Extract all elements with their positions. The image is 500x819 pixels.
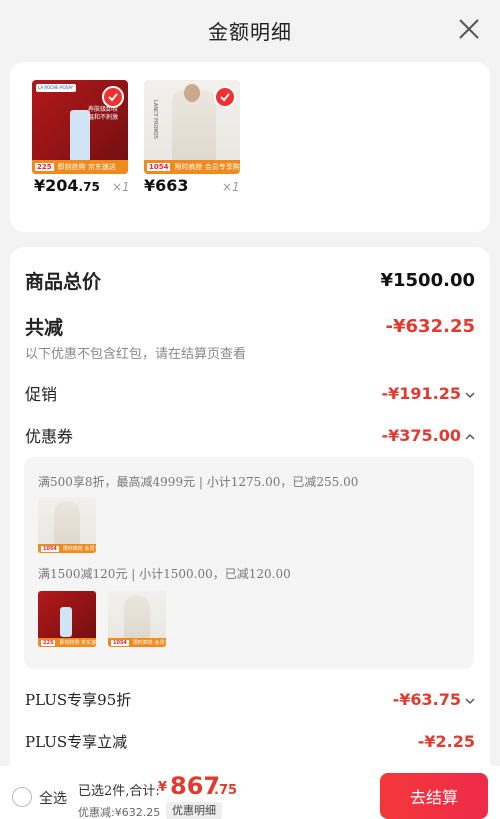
check-icon[interactable] [102,86,124,108]
promo-tag-number: 225 [35,163,54,171]
coupon-product-thumb: 1054限时疯抢 会员专享购 [108,591,166,647]
promo-tag: 1054限时疯抢 会员专享购 [38,544,96,553]
promo-row[interactable]: 促销 -¥191.25 [25,381,475,405]
bottle-shape [60,607,72,637]
product-qty: ×1 [222,180,240,194]
promo-tag-number: 1054 [111,639,129,646]
price-integer: ¥663 [144,176,189,195]
coupon-row[interactable]: 优惠券 -¥375.00 [25,423,475,447]
checkout-bar: 全选 已选2件,合计: ¥ 867 .75 优惠减:¥632.25 优惠明细 去… [0,766,500,819]
plus95-label: PLUS专享95折 [25,691,132,709]
discount-detail-button[interactable]: 优惠明细 [166,802,222,819]
product-qty: ×1 [112,180,130,194]
product-price: ¥204.75 [34,176,100,195]
promo-tag-text: 限时疯抢 会员专享购 [174,163,240,171]
coat-shape [54,501,80,547]
promo-tag-number: 1054 [41,545,59,552]
page-title: 金额明细 [208,19,292,44]
promo-value: -¥191.25 [381,383,461,403]
brand-logo: LANCY FROM25 [152,100,158,140]
plusdirect-value: -¥2.25 [417,732,475,751]
plus95-value: -¥63.75 [392,690,461,709]
plus95-row[interactable]: PLUS专享95折 -¥63.75 [25,689,475,710]
coupon-value: -¥375.00 [381,425,461,445]
plusdirect-row: PLUS专享立减 -¥2.25 [25,731,475,752]
promo-label: 促销 [25,385,58,404]
chevron-up-icon[interactable] [465,431,475,444]
promo-tag: 1054限时疯抢 会员专享购 [108,638,166,647]
coupon-value-wrap: -¥375.00 [381,426,475,445]
product-item[interactable]: LA ROCHE-POSAY 养肤级卸妆 温和不刺激 225 即刻抢购 京东速达 [32,80,128,174]
select-all-label[interactable]: 全选 [39,788,67,808]
promo-tag: 225 即刻抢购 京东速达 [32,160,128,174]
discount-total: 优惠减:¥632.25 [78,806,161,819]
promo-tag-text: 限时疯抢 会员专享购 [132,640,166,646]
total-amount-integer: 867 [170,772,221,800]
total-label: 商品总价 [25,271,102,293]
reduce-value: -¥632.25 [385,316,475,337]
promo-value-wrap: -¥191.25 [381,384,475,403]
plusdirect-label: PLUS专享立减 [25,733,128,751]
selected-products-card: LA ROCHE-POSAY 养肤级卸妆 温和不刺激 225 即刻抢购 京东速达… [10,62,490,232]
price-integer: ¥204 [34,176,79,195]
promo-tag-number: 225 [41,639,56,646]
coupon-rule-2: 满1500减120元 | 小计1500.00，已减120.00 [38,567,291,581]
check-icon[interactable] [214,86,236,108]
reduce-label: 共减 [25,317,64,339]
product-price: ¥663 [144,176,189,195]
promo-tag-text: 限时疯抢 会员专享购 [62,546,96,552]
coupon-detail-box: 满500享8折，最高减4999元 | 小计1275.00，已减255.00 10… [24,457,474,669]
total-row: 商品总价 ¥1500.00 [25,267,475,294]
discount-note: 以下优惠不包含红包，请在结算页查看 [25,347,247,362]
promo-tag-text: 即刻抢购 京东速达 [59,640,96,646]
model-head-shape [184,84,200,102]
chevron-down-icon[interactable] [465,695,475,708]
coupon-product-thumb: 225即刻抢购 京东速达 [38,591,96,647]
product-image: LANCY FROM25 1054 限时疯抢 会员专享购 [144,80,240,174]
checkout-button[interactable]: 去结算 [380,773,488,819]
coupon-rule-1: 满500享8折，最高减4999元 | 小计1275.00，已减255.00 [38,475,359,489]
plus95-value-wrap: -¥63.75 [393,690,475,709]
close-icon[interactable] [456,16,482,42]
coat-shape [124,595,150,641]
selected-summary: 已选2件,合计: [78,784,160,799]
promo-tag-text: 即刻抢购 京东速达 [57,163,116,171]
reduce-row: 共减 -¥632.25 [25,313,475,340]
promo-tag: 1054 限时疯抢 会员专享购 [144,160,240,174]
coupon-label: 优惠券 [25,427,74,446]
total-amount-decimal: .75 [214,783,238,798]
product-image-text: 养肤级卸妆 温和不刺激 [88,106,119,121]
coupon-product-thumb: 1054限时疯抢 会员专享购 [38,497,96,553]
promo-tag: 225即刻抢购 京东速达 [38,638,96,647]
radio-unchecked-icon[interactable] [12,787,32,807]
bottle-shape [70,110,90,162]
promo-tag-number: 1054 [147,163,171,171]
product-image: LA ROCHE-POSAY 养肤级卸妆 温和不刺激 225 即刻抢购 京东速达 [32,80,128,174]
price-details-card: 商品总价 ¥1500.00 共减 -¥632.25 以下优惠不包含红包，请在结算… [10,247,490,819]
price-decimal: .75 [78,180,100,194]
product-item[interactable]: LANCY FROM25 1054 限时疯抢 会员专享购 [144,80,240,174]
total-value: ¥1500.00 [380,270,475,291]
brand-logo: LA ROCHE-POSAY [36,84,76,92]
chevron-down-icon[interactable] [465,389,475,402]
total-currency: ¥ [158,780,168,795]
modal-header: 金额明细 [0,0,500,60]
coat-shape [172,90,216,170]
